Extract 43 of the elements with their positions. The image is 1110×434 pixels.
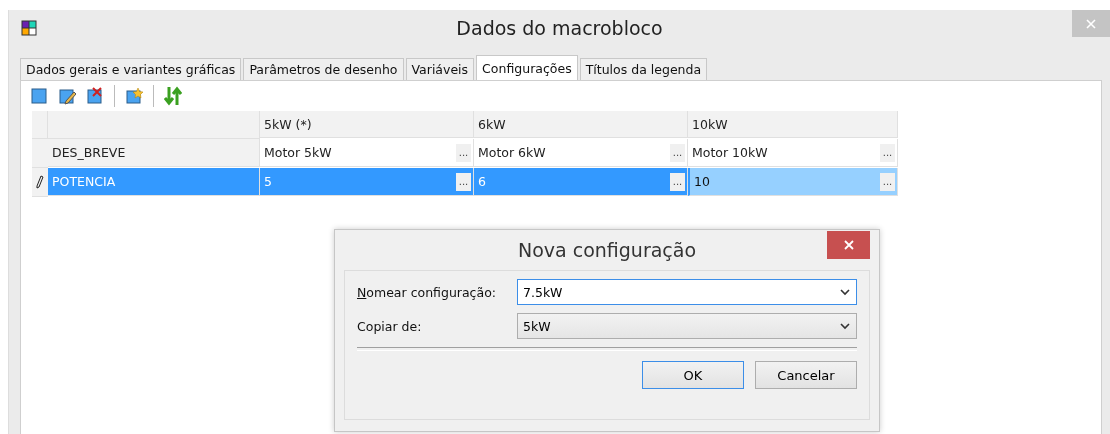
chevron-down-icon [840,322,850,330]
close-icon [1086,18,1096,29]
table-cell[interactable]: 5 ... [260,168,474,196]
ellipsis-button[interactable]: ... [456,172,471,191]
dialog-title: Nova configuração [517,239,697,261]
dialog-button[interactable]: OK [642,361,744,389]
column-header: 5kW (*) [260,111,474,138]
column-header: 6kW [474,111,688,138]
tab[interactable]: Configurações [476,55,578,80]
row-label: DES_BREVE [48,139,260,167]
dialog-button[interactable]: Cancelar [755,361,857,389]
delete-icon[interactable] [86,87,104,105]
table-cell[interactable]: 6 ... [474,168,688,196]
combo-box[interactable]: 7.5kW [517,279,857,305]
tab[interactable]: Parâmetros de desenho [243,58,404,80]
header-corner [32,111,48,139]
field-label: Copiar de: [357,318,423,334]
table-cell[interactable]: Motor 6kW ... [474,139,688,167]
tab[interactable]: Títulos da legenda [579,58,708,80]
close-button[interactable] [827,231,870,259]
edit-icon[interactable] [58,87,76,105]
table-cell[interactable]: 10 ... [688,168,898,196]
close-icon [843,240,854,250]
pencil-icon [36,175,44,189]
chevron-down-icon [840,288,850,296]
row-header[interactable] [32,168,48,197]
ellipsis-button[interactable]: ... [670,172,685,191]
square-icon[interactable] [30,87,48,105]
table-cell[interactable]: Motor 5kW ... [260,139,474,167]
ellipsis-button[interactable]: ... [456,143,471,162]
tab[interactable]: Variáveis [405,58,475,80]
app-icon [21,20,37,36]
ellipsis-button[interactable]: ... [880,172,895,191]
row-label: POTENCIA [48,168,260,196]
window-title: Dados do macrobloco [456,17,663,39]
column-header: 10kW [688,111,898,138]
sort-arrows-icon[interactable] [164,86,182,106]
tab[interactable]: Dados gerais e variantes gráficas [20,58,242,80]
table-cell[interactable]: Motor 10kW ... [688,139,898,167]
combo-box[interactable]: 5kW [517,313,857,339]
field-label: Nomear configuração: [357,284,497,300]
ellipsis-button[interactable]: ... [670,143,685,162]
ellipsis-button[interactable]: ... [880,143,895,162]
